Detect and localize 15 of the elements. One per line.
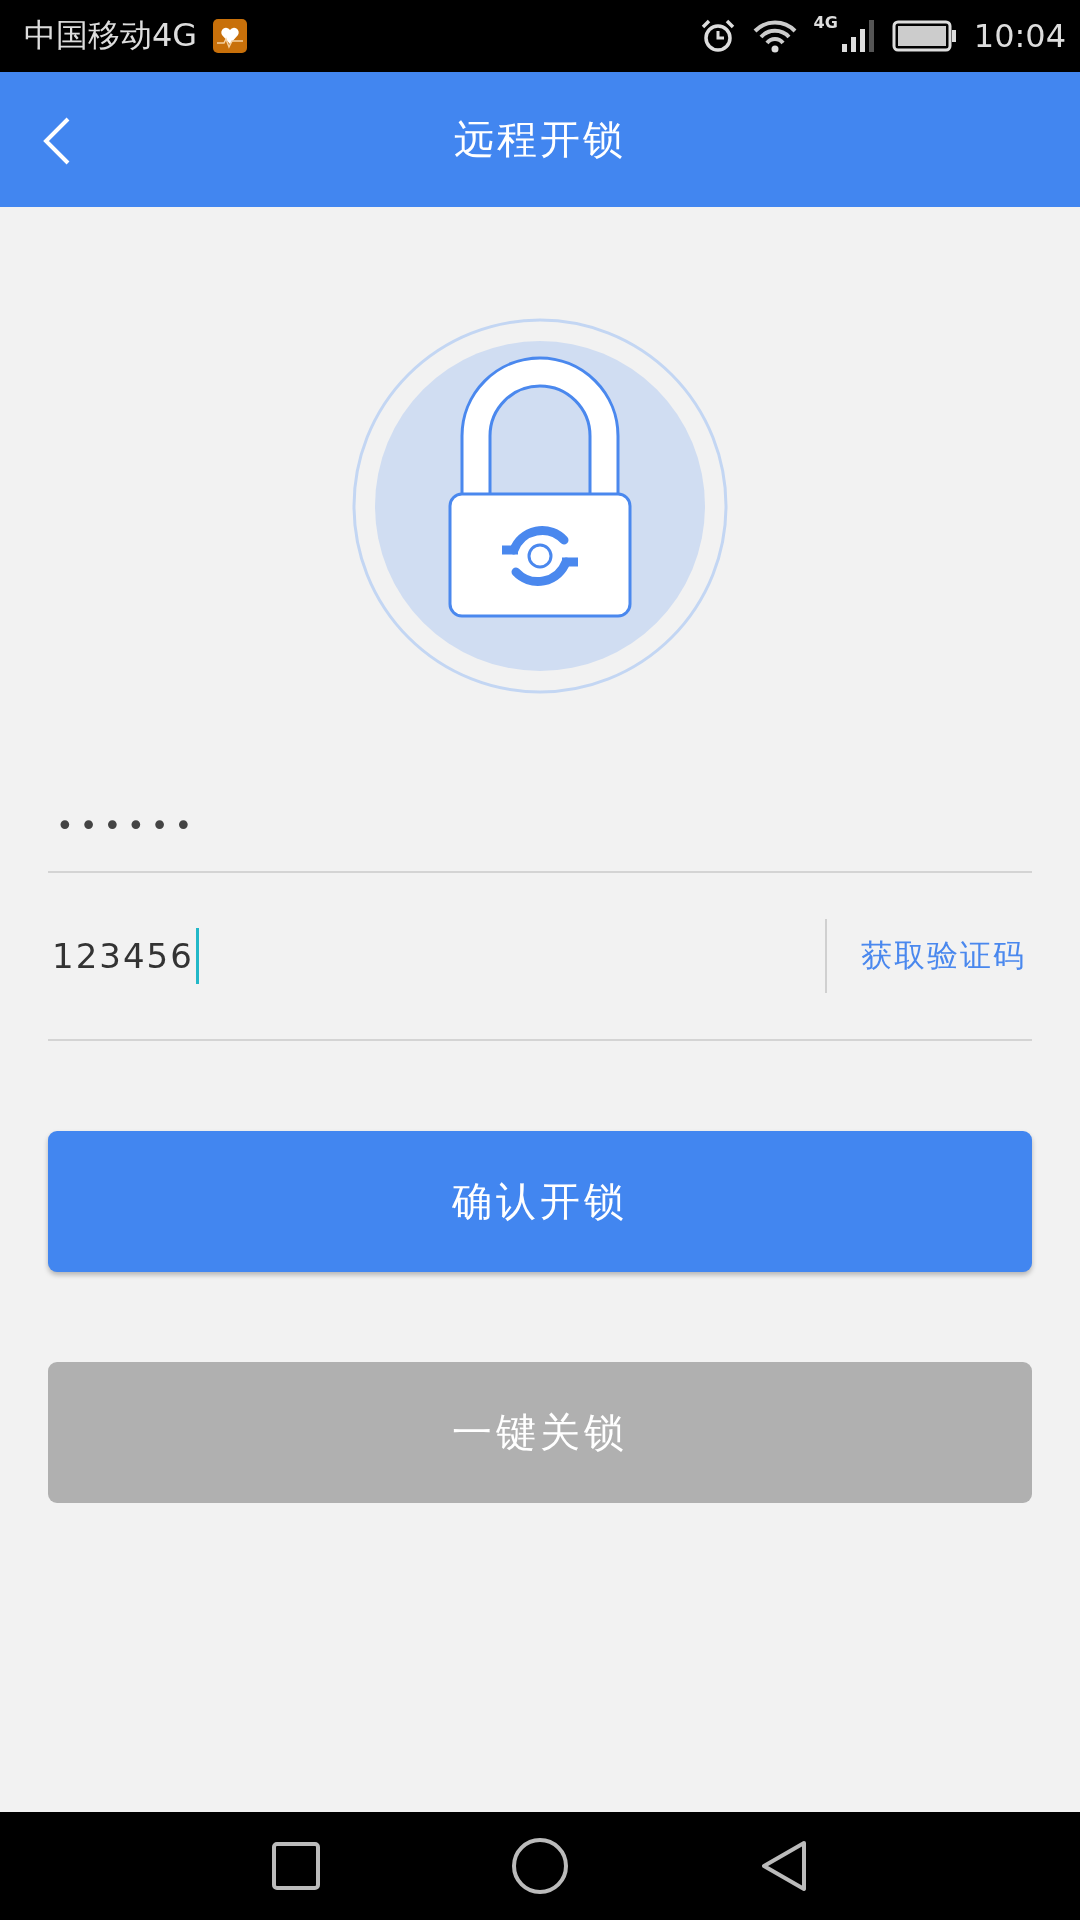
alarm-icon [699,18,736,54]
get-code-link[interactable]: 获取验证码 [827,935,1032,977]
wifi-icon [751,19,798,53]
battery-icon [891,20,958,52]
unlock-button[interactable]: 确认开锁 [48,1131,1032,1272]
code-field[interactable]: 123456 [48,906,825,1006]
recents-icon[interactable] [271,1841,321,1891]
network-type: 4G [813,12,838,32]
signal-icon [839,18,876,54]
home-icon[interactable] [511,1837,569,1895]
back-icon[interactable] [759,1839,809,1893]
screen-title: 远程开锁 [454,115,626,164]
clock-time: 10:04 [973,17,1066,55]
carrier-name: 中国移动4G [24,15,198,56]
password-field[interactable]: •••••• [48,779,1032,871]
